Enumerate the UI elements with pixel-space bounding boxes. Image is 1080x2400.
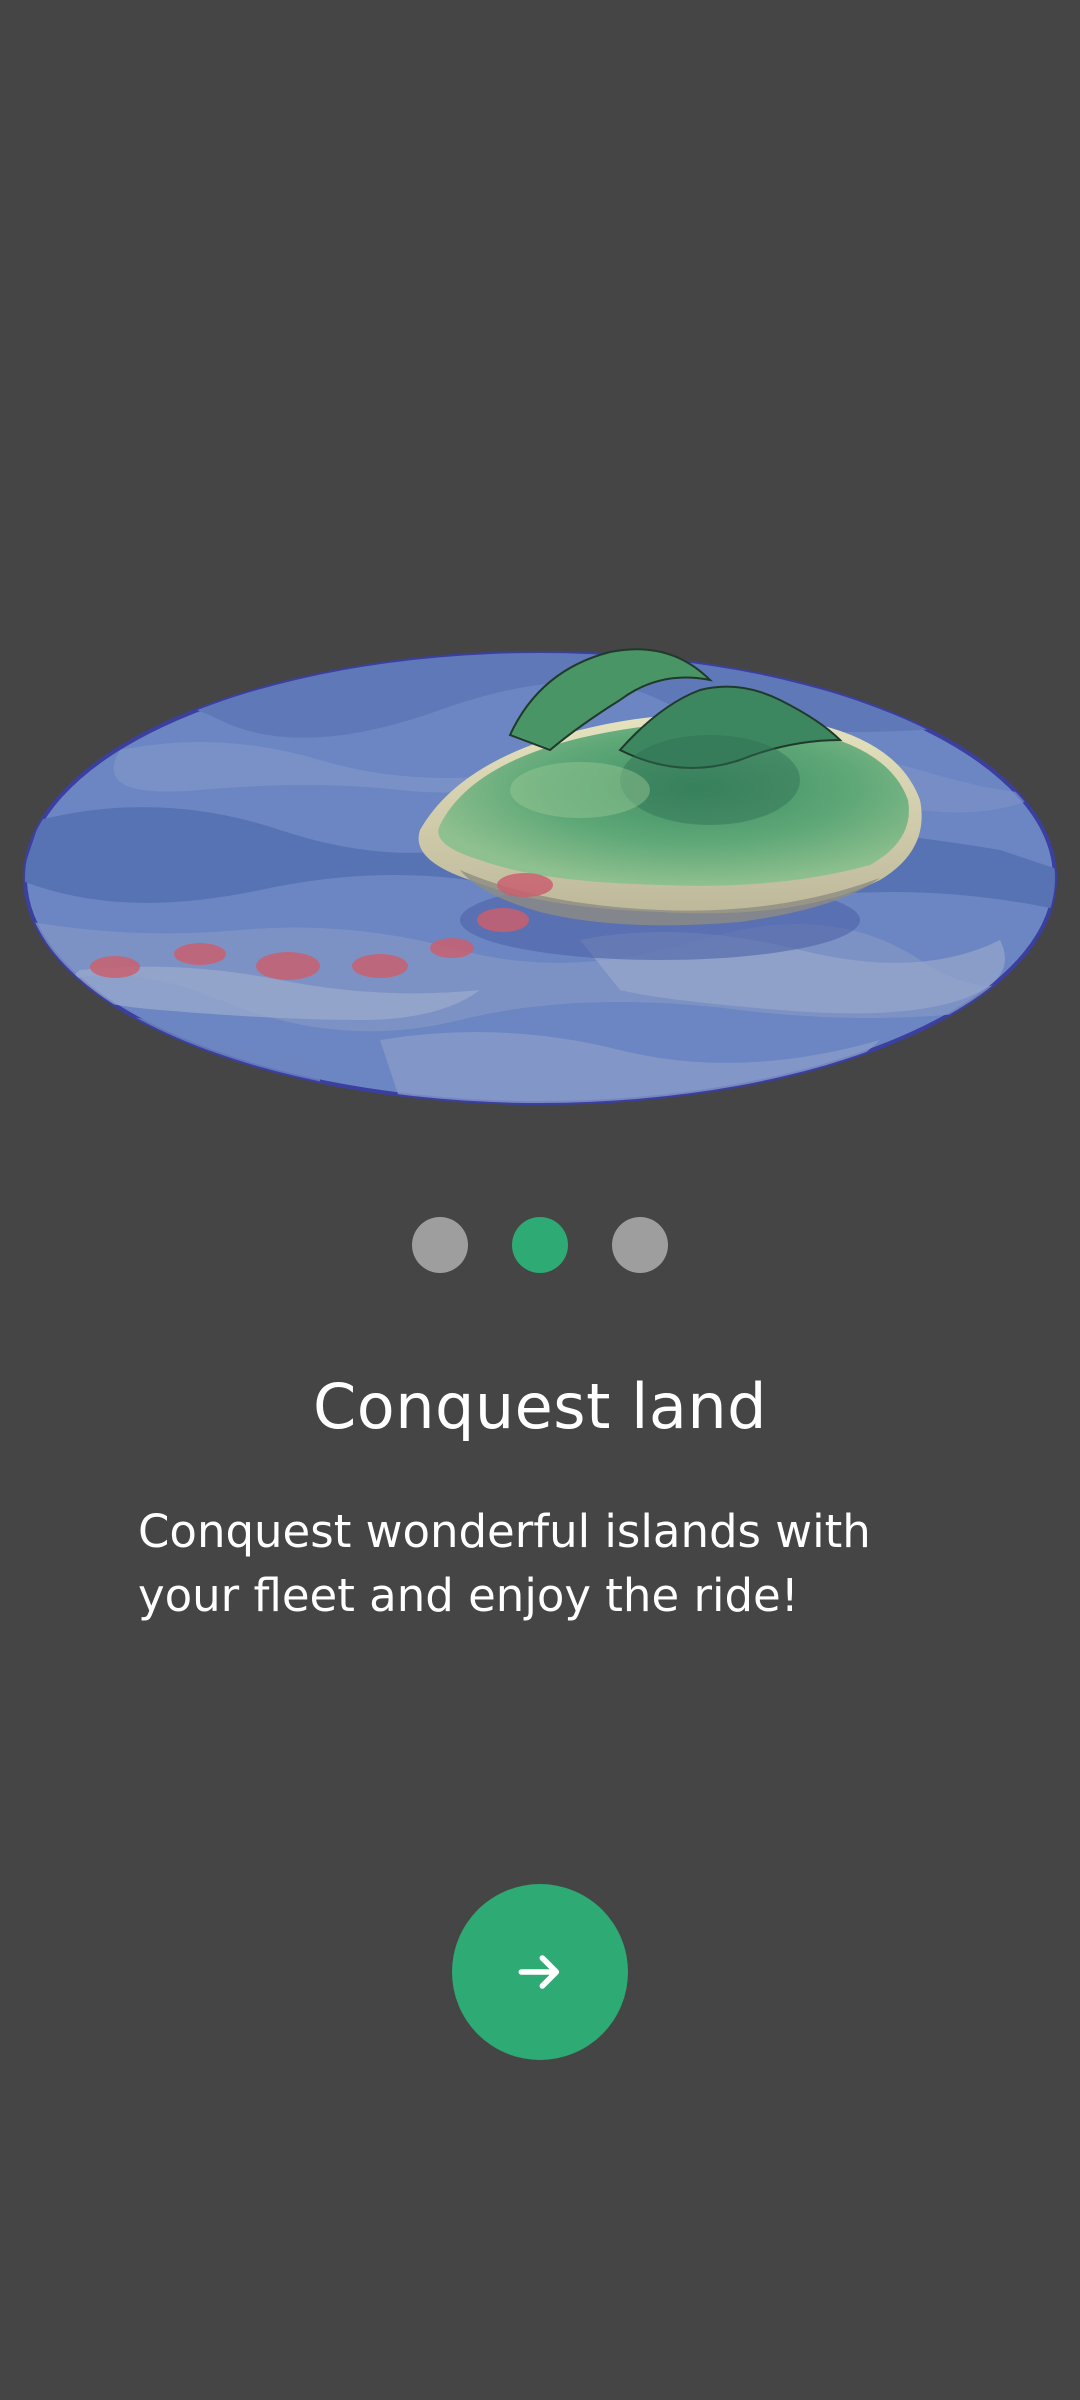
- page-dot-1[interactable]: [412, 1217, 468, 1273]
- page-indicator: [0, 1217, 1080, 1273]
- onboarding-title: Conquest land: [312, 1370, 767, 1443]
- arrow-right-icon: [518, 1955, 560, 1989]
- onboarding-screen: Conquest land Conquest wonderful islands…: [0, 0, 1080, 2400]
- page-dot-2-active[interactable]: [512, 1217, 568, 1273]
- island-map-illustration: [23, 648, 1057, 1105]
- page-dot-3[interactable]: [612, 1217, 668, 1273]
- next-button[interactable]: [452, 1884, 628, 2060]
- onboarding-description: Conquest wonderful islands with your fle…: [138, 1505, 871, 1622]
